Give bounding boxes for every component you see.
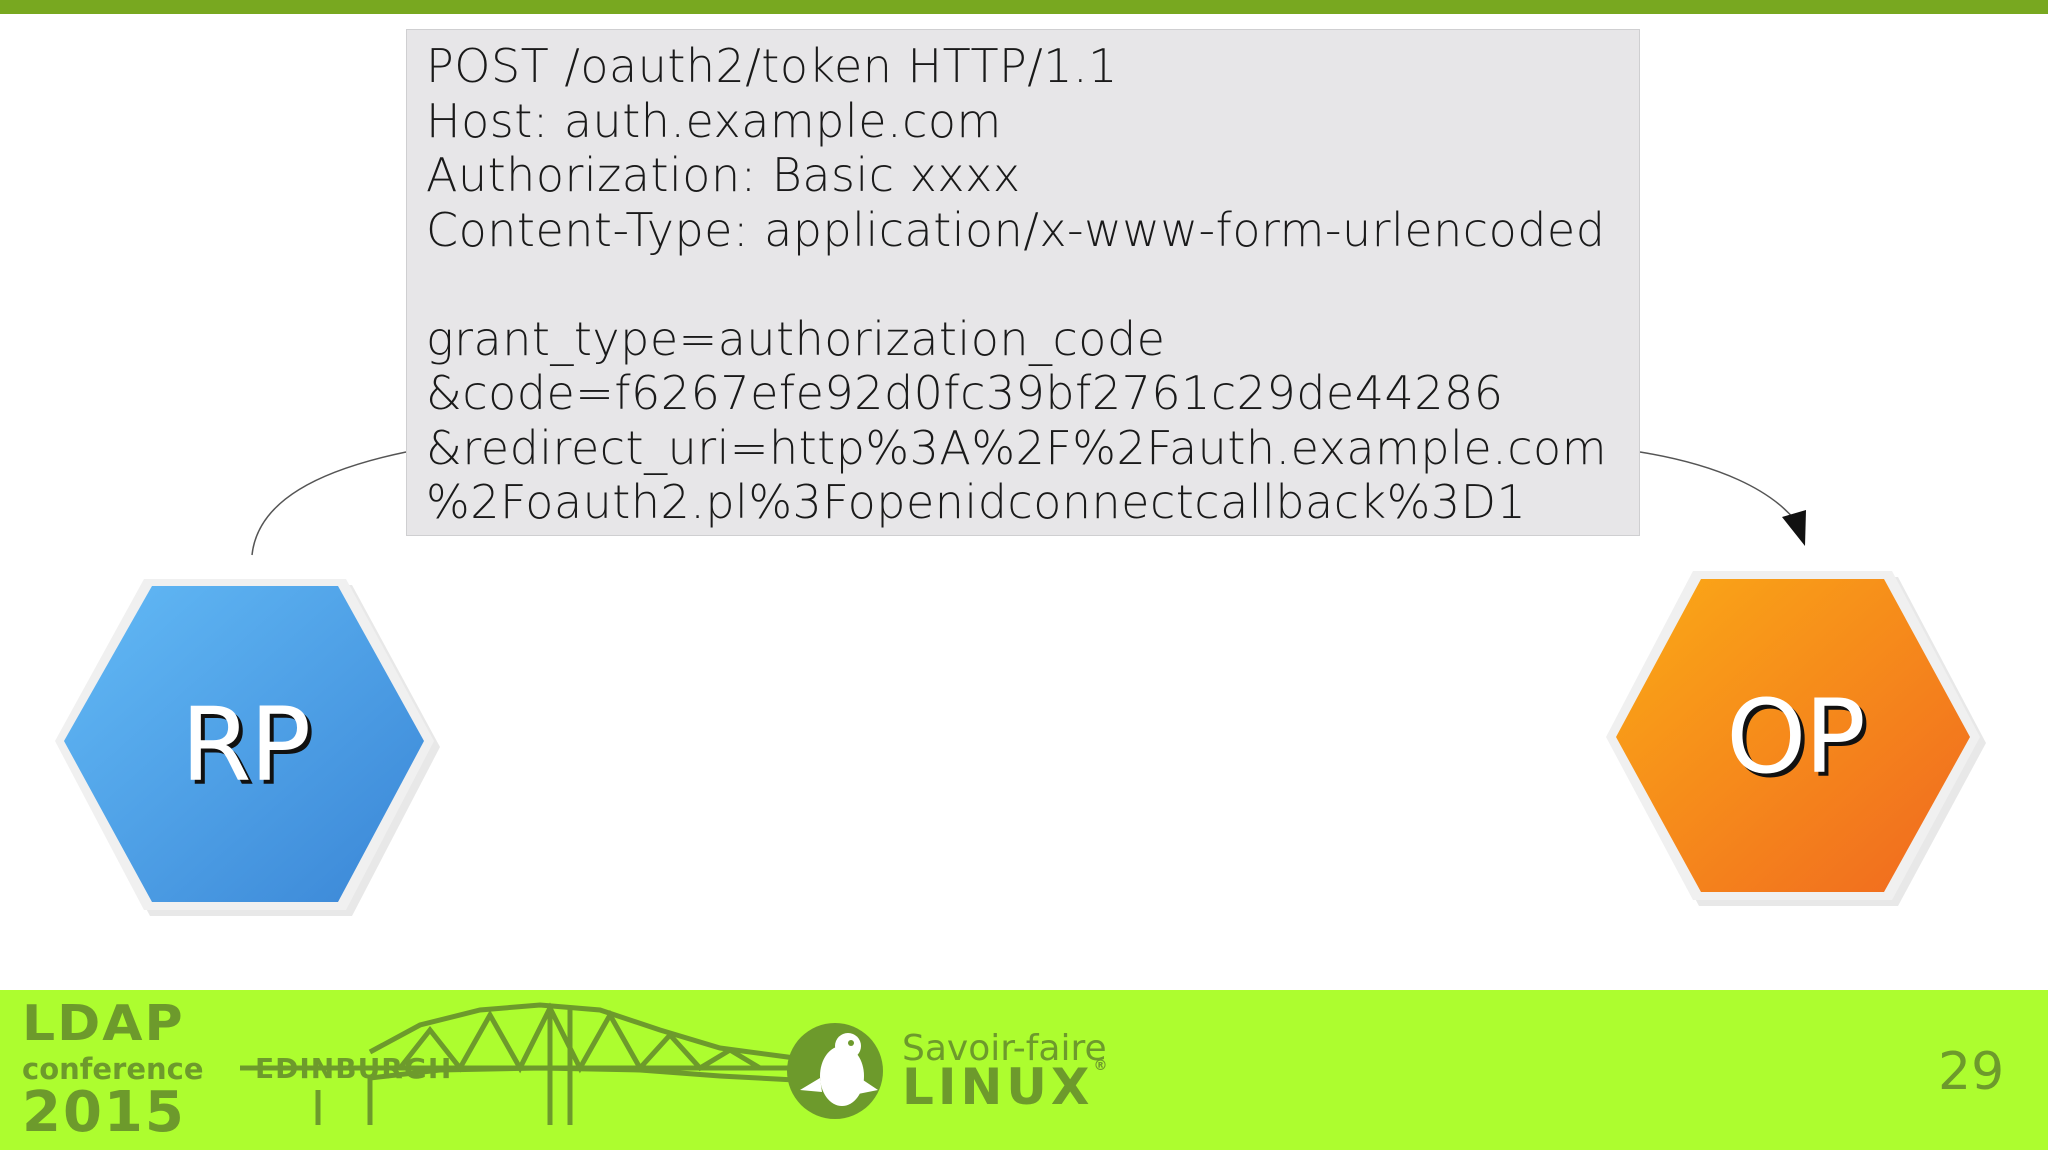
sponsor-linux-text: LINUX <box>902 1058 1094 1116</box>
forth-bridge-icon <box>240 1002 796 1125</box>
page-number: 29 <box>1938 1042 2005 1102</box>
footer-graphics <box>240 1002 883 1125</box>
penguin-icon <box>787 1023 883 1119</box>
registered-mark: ® <box>1093 1058 1108 1074</box>
sponsor-line2: LINUX® <box>902 1058 1107 1116</box>
